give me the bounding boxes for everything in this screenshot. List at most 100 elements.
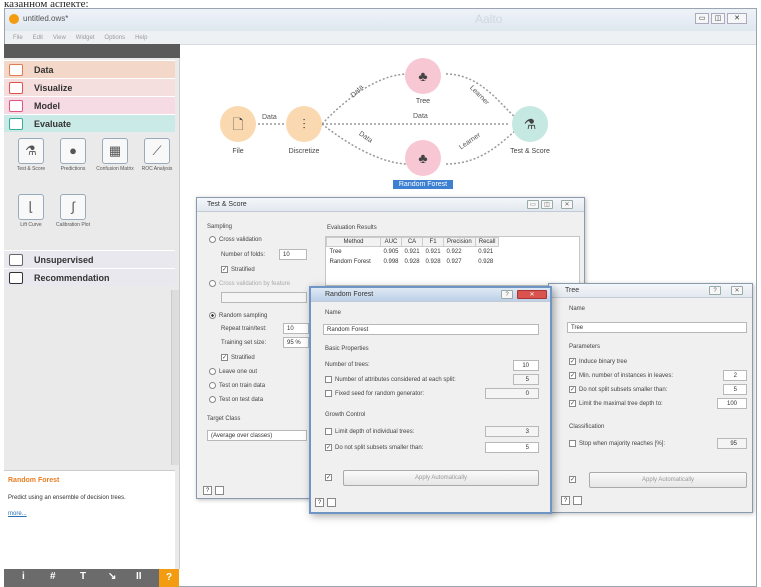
table-row[interactable]: Random Forest 0.998 0.928 0.928 0.927 0.…	[327, 257, 499, 267]
widget-calibration-plot[interactable]: ∫ Calibration Plot	[54, 194, 92, 228]
stop-majority-spinner[interactable]: 95	[717, 438, 747, 449]
node-discretize[interactable]: ⫶	[286, 106, 322, 142]
tree-apply-button[interactable]: Apply Automatically	[589, 472, 747, 488]
node-file-label: File	[232, 148, 244, 155]
rf-auto-apply-checkbox[interactable]: ✓	[325, 474, 335, 481]
test-score-minimize[interactable]: ▭	[527, 200, 539, 209]
cross-validation-radio[interactable]: Cross validation	[209, 236, 262, 243]
save-report-icon[interactable]	[215, 486, 224, 495]
binary-tree-checkbox[interactable]: ✓ Induce binary tree	[569, 358, 627, 365]
tree-report-icon[interactable]: ?	[561, 496, 570, 505]
menu-help[interactable]: Help	[135, 31, 147, 45]
info-icon[interactable]: i	[22, 571, 25, 582]
app-name: Aalto	[475, 12, 503, 26]
col-auc[interactable]: AUC	[379, 237, 403, 247]
category-model[interactable]: Model	[4, 96, 175, 114]
help-icon[interactable]: ?	[159, 569, 179, 587]
tree-help-button[interactable]: ?	[709, 286, 721, 295]
grid-toggle-icon[interactable]: #	[50, 571, 56, 582]
tree-save-icon[interactable]	[573, 496, 582, 505]
table-row[interactable]: Tree 0.905 0.921 0.921 0.922 0.921	[327, 247, 499, 258]
arrow-annotation-icon[interactable]: ↘	[108, 571, 116, 582]
tree-no-split-checkbox[interactable]: ✓ Do not split subsets smaller than:	[569, 386, 667, 393]
tree-classification-label: Classification	[569, 424, 605, 430]
col-method[interactable]: Method	[326, 237, 381, 247]
leave-one-out-radio[interactable]: Leave one out	[209, 368, 257, 375]
limit-depth-checkbox[interactable]: Limit depth of individual trees:	[325, 428, 414, 435]
widget-lift-curve[interactable]: ⌊ Lift Curve	[12, 194, 50, 228]
category-evaluate[interactable]: Evaluate	[4, 114, 175, 132]
fixed-seed-checkbox[interactable]: Fixed seed for random generator:	[325, 390, 424, 397]
tree-no-split-spinner[interactable]: 5	[723, 384, 747, 395]
random-sampling-radio[interactable]: Random sampling	[209, 312, 267, 319]
toolbox-header	[4, 44, 180, 58]
menu-options[interactable]: Options	[104, 31, 125, 45]
minimize-button[interactable]: ▭	[695, 13, 709, 24]
rf-apply-button[interactable]: Apply Automatically	[343, 470, 539, 486]
report-icon[interactable]: ?	[203, 486, 212, 495]
category-visualize[interactable]: Visualize	[4, 78, 175, 96]
tree-name-input[interactable]: Tree	[567, 322, 747, 333]
n-attributes-spinner[interactable]: 5	[513, 374, 539, 385]
pause-icon[interactable]: II	[136, 571, 142, 582]
max-depth-spinner[interactable]: 100	[717, 398, 747, 409]
close-button[interactable]: ✕	[727, 13, 747, 24]
min-instances-spinner[interactable]: 2	[723, 370, 747, 381]
feature-select[interactable]	[221, 292, 307, 303]
rf-name-input[interactable]: Random Forest	[323, 324, 539, 335]
evaluation-table: Method AUC CA F1 Precision Recall Tree 0…	[326, 237, 500, 267]
category-data[interactable]: Data	[4, 60, 175, 78]
rf-save-icon[interactable]	[327, 498, 336, 507]
toolbox-scrollbar[interactable]	[171, 290, 179, 465]
node-tree[interactable]: ♣	[405, 58, 441, 94]
tree-close[interactable]: ✕	[731, 286, 743, 295]
cv-by-feature-radio[interactable]: Cross validation by feature	[209, 280, 290, 287]
test-on-train-radio[interactable]: Test on train data	[209, 382, 265, 389]
category-unsupervised[interactable]: Unsupervised	[4, 250, 175, 268]
widget-test-score[interactable]: ⚗ Test & Score	[12, 138, 50, 172]
tree-titlebar: Tree ? ✕	[549, 284, 752, 298]
category-recommendation[interactable]: Recommendation	[4, 268, 175, 286]
min-instances-checkbox[interactable]: ✓ Min. number of instances in leaves:	[569, 372, 673, 379]
stop-majority-checkbox[interactable]: Stop when majority reaches [%]:	[569, 440, 665, 447]
folds-select[interactable]: 10	[279, 249, 307, 260]
n-attributes-checkbox[interactable]: Number of attributes considered at each …	[325, 376, 456, 383]
n-trees-spinner[interactable]: 10	[513, 360, 539, 371]
widget-confusion-matrix[interactable]: ▦ Confusion Matrix	[96, 138, 134, 172]
node-random-forest[interactable]: ♣	[405, 140, 441, 176]
node-random-forest-label[interactable]: Random Forest	[393, 180, 453, 189]
rf-report-icon[interactable]: ?	[315, 498, 324, 507]
col-recall[interactable]: Recall	[474, 237, 500, 247]
stratified2-checkbox[interactable]: ✓ Stratified	[221, 354, 255, 361]
description-more-link[interactable]: more...	[8, 511, 27, 517]
menu-widget[interactable]: Widget	[76, 31, 95, 45]
widget-predictions[interactable]: ● Predictions	[54, 138, 92, 172]
maximize-button[interactable]: ◫	[711, 13, 725, 24]
test-on-test-radio[interactable]: Test on test data	[209, 396, 263, 403]
col-precision[interactable]: Precision	[443, 237, 476, 247]
node-file[interactable]: 🗋	[220, 106, 256, 142]
rf-no-split-checkbox[interactable]: ✓ Do not split subsets smaller than:	[325, 444, 423, 451]
repeat-select[interactable]: 10	[283, 323, 309, 334]
test-score-close[interactable]: ✕	[561, 200, 573, 209]
stratified-checkbox[interactable]: ✓ Stratified	[221, 266, 255, 273]
rf-close[interactable]: ✕	[517, 290, 547, 299]
menu-edit[interactable]: Edit	[33, 31, 43, 45]
text-annotation-icon[interactable]: T	[80, 571, 86, 582]
rf-help-button[interactable]: ?	[501, 290, 513, 299]
col-ca[interactable]: CA	[401, 237, 424, 247]
col-f1[interactable]: F1	[422, 237, 445, 247]
target-class-select[interactable]: (Average over classes)	[207, 430, 307, 441]
rf-no-split-spinner[interactable]: 5	[485, 442, 539, 453]
menu-view[interactable]: View	[53, 31, 66, 45]
test-score-maximize[interactable]: ◫	[541, 200, 553, 209]
limit-depth-spinner[interactable]: 3	[485, 426, 539, 437]
menu-file[interactable]: File	[13, 31, 23, 45]
tree-auto-apply-checkbox[interactable]: ✓	[569, 476, 579, 483]
node-test-score[interactable]: ⚗	[512, 106, 548, 142]
fixed-seed-spinner[interactable]: 0	[485, 388, 539, 399]
widget-roc-analysis[interactable]: ⟋ ROC Analysis	[138, 138, 176, 172]
max-depth-checkbox[interactable]: ✓ Limit the maximal tree depth to:	[569, 400, 663, 407]
node-tree-label: Tree	[415, 98, 431, 105]
train-size-select[interactable]: 95 %	[283, 337, 309, 348]
